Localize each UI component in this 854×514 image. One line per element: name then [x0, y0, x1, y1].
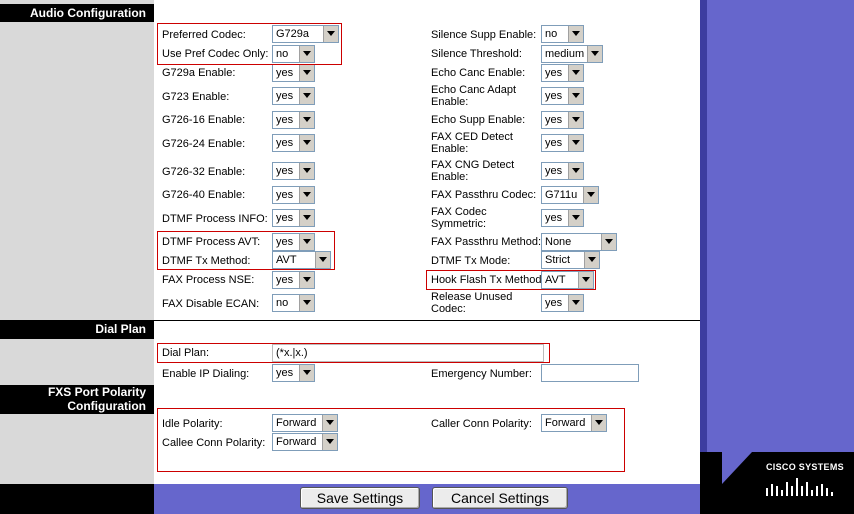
emergency-number-input[interactable] — [541, 364, 639, 382]
right-column — [700, 0, 854, 514]
g726-32-enable-label: G726-32 Enable: — [162, 166, 246, 178]
dtmf-process-info-label: DTMF Process INFO: — [162, 213, 268, 225]
chevron-down-icon — [299, 295, 314, 311]
g726-16-enable-label: G726-16 Enable: — [162, 114, 246, 126]
section-fxs-port-polarity: FXS Port Polarity Configuration — [0, 385, 154, 414]
highlight-dtmf — [157, 231, 335, 270]
fax-cng-detect-enable-select[interactable]: yes — [541, 162, 584, 180]
highlight-fxs-polarity — [157, 408, 625, 472]
enable-ip-dialing-label: Enable IP Dialing: — [162, 368, 250, 380]
g726-40-enable-label: G726-40 Enable: — [162, 189, 246, 201]
chevron-down-icon — [299, 187, 314, 203]
g729a-enable-select[interactable]: yes — [272, 64, 315, 82]
silence-supp-enable-select[interactable]: no — [541, 25, 584, 43]
bottom-action-bar — [154, 484, 700, 514]
echo-canc-adapt-enable-select[interactable]: yes — [541, 87, 584, 105]
chevron-down-icon — [568, 210, 583, 226]
cisco-logo-text: CISCO SYSTEMS — [766, 462, 844, 472]
save-settings-button[interactable]: Save Settings — [300, 487, 420, 509]
dtmf-tx-mode-label: DTMF Tx Mode: — [431, 255, 511, 267]
dtmf-process-info-select[interactable]: yes — [272, 209, 315, 227]
g726-24-enable-label: G726-24 Enable: — [162, 138, 246, 150]
fax-passthru-method-select[interactable]: None — [541, 233, 617, 251]
g726-24-enable-select[interactable]: yes — [272, 134, 315, 152]
chevron-down-icon — [587, 46, 602, 62]
bottom-left-panel — [0, 484, 154, 514]
emergency-number-label: Emergency Number: — [431, 368, 532, 380]
chevron-down-icon — [299, 163, 314, 179]
silence-supp-enable-label: Silence Supp Enable: — [431, 29, 537, 41]
chevron-down-icon — [568, 26, 583, 42]
echo-canc-enable-label: Echo Canc Enable: — [431, 67, 526, 79]
fax-codec-symmetric-label: FAX Codec Symmetric: — [431, 206, 487, 230]
chevron-down-icon — [568, 135, 583, 151]
highlight-preferred-codec — [157, 23, 342, 65]
echo-canc-adapt-enable-label: Echo Canc Adapt Enable: — [431, 84, 517, 108]
chevron-down-icon — [568, 65, 583, 81]
cisco-bars-icon — [766, 478, 833, 496]
fax-process-nse-select[interactable]: yes — [272, 271, 315, 289]
separator-dial-plan — [154, 320, 700, 321]
dtmf-tx-mode-select[interactable]: Strict — [541, 251, 600, 269]
chevron-down-icon — [568, 163, 583, 179]
chevron-down-icon — [299, 88, 314, 104]
chevron-down-icon — [601, 234, 616, 250]
chevron-down-icon — [299, 365, 314, 381]
highlight-hook-flash — [426, 270, 596, 290]
chevron-down-icon — [299, 210, 314, 226]
echo-canc-enable-select[interactable]: yes — [541, 64, 584, 82]
g729a-enable-label: G729a Enable: — [162, 67, 236, 79]
silence-threshold-select[interactable]: medium — [541, 45, 603, 63]
g723-enable-label: G723 Enable: — [162, 91, 230, 103]
fax-passthru-method-label: FAX Passthru Method: — [431, 236, 542, 248]
echo-supp-enable-select[interactable]: yes — [541, 111, 584, 129]
fax-ced-detect-enable-select[interactable]: yes — [541, 134, 584, 152]
cancel-settings-button[interactable]: Cancel Settings — [432, 487, 568, 509]
chevron-down-icon — [299, 135, 314, 151]
logo-corner — [722, 452, 752, 484]
echo-supp-enable-label: Echo Supp Enable: — [431, 114, 526, 126]
enable-ip-dialing-select[interactable]: yes — [272, 364, 315, 382]
fax-ced-detect-enable-label: FAX CED Detect Enable: — [431, 131, 513, 155]
fax-disable-ecan-select[interactable]: no — [272, 294, 315, 312]
g726-32-enable-select[interactable]: yes — [272, 162, 315, 180]
fax-process-nse-label: FAX Process NSE: — [162, 274, 255, 286]
fax-codec-symmetric-select[interactable]: yes — [541, 209, 584, 227]
chevron-down-icon — [568, 112, 583, 128]
fax-passthru-codec-select[interactable]: G711u — [541, 186, 599, 204]
chevron-down-icon — [568, 88, 583, 104]
fax-passthru-codec-label: FAX Passthru Codec: — [431, 189, 537, 201]
section-dial-plan: Dial Plan — [0, 320, 154, 339]
chevron-down-icon — [299, 112, 314, 128]
chevron-down-icon — [584, 252, 599, 268]
section-fxs-line2: Configuration — [67, 399, 146, 413]
section-fxs-line1: FXS Port Polarity — [47, 385, 146, 399]
fax-cng-detect-enable-label: FAX CNG Detect Enable: — [431, 159, 515, 183]
g726-40-enable-select[interactable]: yes — [272, 186, 315, 204]
g723-enable-select[interactable]: yes — [272, 87, 315, 105]
right-strip — [700, 0, 707, 484]
chevron-down-icon — [299, 65, 314, 81]
g726-16-enable-select[interactable]: yes — [272, 111, 315, 129]
chevron-down-icon — [568, 295, 583, 311]
silence-threshold-label: Silence Threshold: — [431, 48, 522, 60]
highlight-dial-plan — [157, 343, 550, 363]
chevron-down-icon — [299, 272, 314, 288]
section-audio-configuration: Audio Configuration — [0, 4, 154, 22]
left-column — [0, 0, 154, 514]
release-unused-codec-select[interactable]: yes — [541, 294, 584, 312]
chevron-down-icon — [583, 187, 598, 203]
fax-disable-ecan-label: FAX Disable ECAN: — [162, 298, 260, 310]
release-unused-codec-label: Release Unused Codec: — [431, 291, 513, 315]
